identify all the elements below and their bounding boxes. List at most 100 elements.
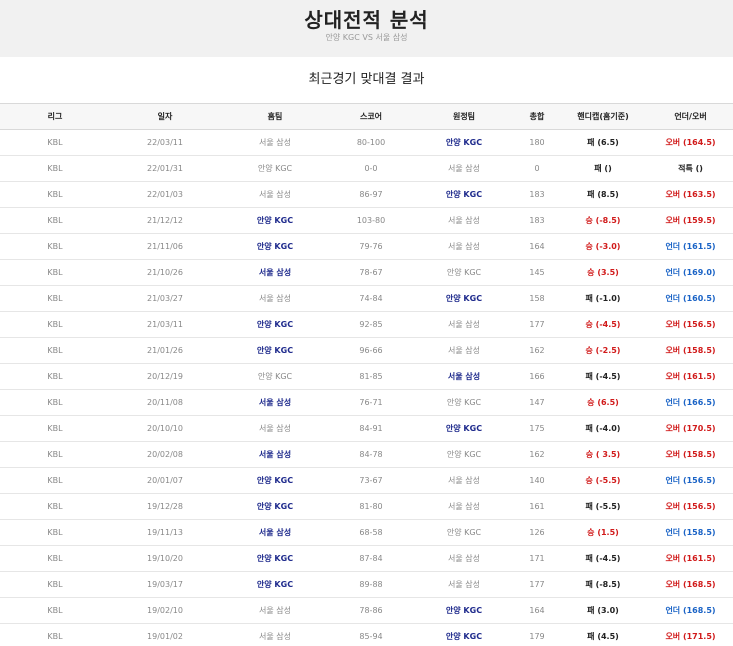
cell-score: 78-86: [359, 606, 383, 615]
cell-league: KBL: [47, 138, 63, 147]
cell-under-over: 오버 (158.5): [665, 450, 716, 459]
cell-score: 76-71: [359, 398, 383, 407]
cell-score: 87-84: [359, 554, 383, 563]
table-row[interactable]: KBL 20/11/08 서울 삼성 76-71 안양 KGC 147 승 (6.5) 언더 …: [0, 390, 733, 416]
cell-handicap: 패 (): [594, 164, 612, 173]
table-row[interactable]: KBL 21/12/12 안양 KGC 103-80 서울 삼성 183 승 (-8.5) 오…: [0, 208, 733, 234]
table-row[interactable]: KBL 20/01/07 안양 KGC 73-67 서울 삼성 140 승 (-5.5) 언더…: [0, 468, 733, 494]
cell-total: 140: [529, 476, 545, 485]
cell-home-team: 서울 삼성: [259, 190, 291, 199]
table-row[interactable]: KBL 21/03/27 서울 삼성 74-84 안양 KGC 158 패 (-1.0) 언더…: [0, 286, 733, 312]
cell-score: 89-88: [359, 580, 383, 589]
cell-total: 171: [529, 554, 545, 563]
cell-away-team: 안양 KGC: [446, 268, 482, 277]
cell-handicap: 승 (-5.5): [585, 476, 621, 485]
cell-home-team: 서울 삼성: [259, 606, 291, 615]
table-row[interactable]: KBL 20/12/19 안양 KGC 81-85 서울 삼성 166 패 (-4.5) 오버…: [0, 364, 733, 390]
cell-under-over: 오버 (156.5): [665, 502, 716, 511]
cell-date: 19/03/17: [147, 580, 183, 589]
cell-under-over: 언더 (169.0): [665, 268, 716, 277]
cell-score: 84-91: [359, 424, 383, 433]
cell-total: 164: [529, 242, 545, 251]
cell-home-team: 안양 KGC: [256, 346, 294, 355]
cell-under-over: 언더 (166.5): [665, 398, 716, 407]
table-row[interactable]: KBL 20/10/10 서울 삼성 84-91 안양 KGC 175 패 (-4.0) 오버…: [0, 416, 733, 442]
table-header-row: 리그 일자 홈팀 스코어 원정팀 총합 핸디캡(홈기준) 언더/오버: [0, 103, 733, 130]
cell-under-over: 오버 (163.5): [665, 190, 716, 199]
cell-under-over: 오버 (168.5): [665, 580, 716, 589]
table-row[interactable]: KBL 21/03/11 안양 KGC 92-85 서울 삼성 177 승 (-4.5) 오버…: [0, 312, 733, 338]
cell-home-team: 서울 삼성: [259, 294, 291, 303]
cell-league: KBL: [47, 450, 63, 459]
table-row[interactable]: KBL 22/01/31 안양 KGC 0-0 서울 삼성 0 패 () 적특 (): [0, 156, 733, 182]
cell-handicap: 패 (6.5): [587, 138, 619, 147]
cell-away-team: 서울 삼성: [448, 320, 480, 329]
table-row[interactable]: KBL 22/01/03 서울 삼성 86-97 안양 KGC 183 패 (8.5) 오버 …: [0, 182, 733, 208]
cell-home-team: 안양 KGC: [256, 554, 294, 563]
table-row[interactable]: KBL 21/10/26 서울 삼성 78-67 안양 KGC 145 승 (3.5) 언더 …: [0, 260, 733, 286]
col-header-league: 리그: [47, 112, 63, 121]
cell-under-over: 언더 (156.5): [665, 476, 716, 485]
cell-handicap: 패 (-4.0): [585, 424, 621, 433]
cell-away-team: 안양 KGC: [446, 528, 482, 537]
cell-date: 19/02/10: [147, 606, 183, 615]
table-row[interactable]: KBL 19/10/20 안양 KGC 87-84 서울 삼성 171 패 (-4.5) 오버…: [0, 546, 733, 572]
cell-under-over: 언더 (158.5): [665, 528, 716, 537]
cell-total: 147: [529, 398, 545, 407]
cell-total: 183: [529, 216, 545, 225]
table-row[interactable]: KBL 19/03/17 안양 KGC 89-88 서울 삼성 177 패 (-8.5) 오버…: [0, 572, 733, 598]
cell-under-over: 오버 (156.5): [665, 320, 716, 329]
table-row[interactable]: KBL 21/11/06 안양 KGC 79-76 서울 삼성 164 승 (-3.0) 언더…: [0, 234, 733, 260]
page-title: 상대전적 분석: [304, 8, 429, 32]
cell-total: 179: [529, 632, 545, 641]
cell-league: KBL: [47, 346, 63, 355]
table-row[interactable]: KBL 20/02/08 서울 삼성 84-78 안양 KGC 162 승 ( 3.5) 오버…: [0, 442, 733, 468]
cell-away-team: 안양 KGC: [445, 294, 483, 303]
cell-home-team: 서울 삼성: [258, 450, 292, 459]
cell-date: 19/11/13: [147, 528, 183, 537]
table-row[interactable]: KBL 19/02/10 서울 삼성 78-86 안양 KGC 164 패 (3.0) 언더 …: [0, 598, 733, 624]
cell-score: 86-97: [359, 190, 383, 199]
cell-date: 19/12/28: [147, 502, 183, 511]
cell-total: 0: [534, 164, 540, 173]
cell-date: 22/01/31: [147, 164, 183, 173]
table-row[interactable]: KBL 19/01/02 서울 삼성 85-94 안양 KGC 179 패 (4.5) 오버 …: [0, 624, 733, 646]
table-body: KBL 22/03/11 서울 삼성 80-100 안양 KGC 180 패 (6.5) 오버…: [0, 130, 733, 646]
cell-handicap: 패 (8.5): [587, 190, 619, 199]
cell-handicap: 패 (-5.5): [585, 502, 621, 511]
col-header-score: 스코어: [359, 112, 383, 121]
cell-away-team: 서울 삼성: [448, 216, 480, 225]
table-row[interactable]: KBL 19/12/28 안양 KGC 81-80 서울 삼성 161 패 (-5.5) 오버…: [0, 494, 733, 520]
cell-handicap: 승 ( 3.5): [585, 450, 621, 459]
cell-total: 177: [529, 320, 545, 329]
cell-handicap: 승 (-8.5): [585, 216, 621, 225]
cell-date: 21/01/26: [147, 346, 183, 355]
cell-under-over: 언더 (160.5): [665, 294, 716, 303]
cell-under-over: 오버 (171.5): [665, 632, 716, 641]
cell-away-team: 안양 KGC: [445, 606, 483, 615]
table-row[interactable]: KBL 19/11/13 서울 삼성 68-58 안양 KGC 126 승 (1.5) 언더 …: [0, 520, 733, 546]
matchup-subtitle: 안양 KGC VS 서울 삼성: [325, 33, 408, 42]
table-row[interactable]: KBL 22/03/11 서울 삼성 80-100 안양 KGC 180 패 (6.5) 오버…: [0, 130, 733, 156]
cell-score: 96-66: [359, 346, 383, 355]
cell-score: 73-67: [359, 476, 383, 485]
cell-under-over: 오버 (158.5): [665, 346, 716, 355]
cell-handicap: 패 (-4.5): [585, 372, 621, 381]
cell-total: 177: [529, 580, 545, 589]
cell-score: 68-58: [359, 528, 383, 537]
table-row[interactable]: KBL 21/01/26 안양 KGC 96-66 서울 삼성 162 승 (-2.5) 오버…: [0, 338, 733, 364]
cell-score: 78-67: [359, 268, 383, 277]
cell-total: 180: [529, 138, 545, 147]
col-header-away: 원정팀: [452, 112, 476, 121]
col-header-total: 총합: [529, 112, 545, 121]
cell-league: KBL: [47, 476, 63, 485]
cell-date: 21/03/11: [147, 320, 183, 329]
cell-away-team: 안양 KGC: [445, 424, 483, 433]
cell-under-over: 언더 (168.5): [665, 606, 716, 615]
cell-home-team: 서울 삼성: [259, 632, 291, 641]
cell-date: 20/11/08: [147, 398, 183, 407]
cell-away-team: 서울 삼성: [448, 476, 480, 485]
cell-home-team: 서울 삼성: [259, 424, 291, 433]
cell-away-team: 서울 삼성: [448, 164, 480, 173]
cell-score: 103-80: [356, 216, 386, 225]
